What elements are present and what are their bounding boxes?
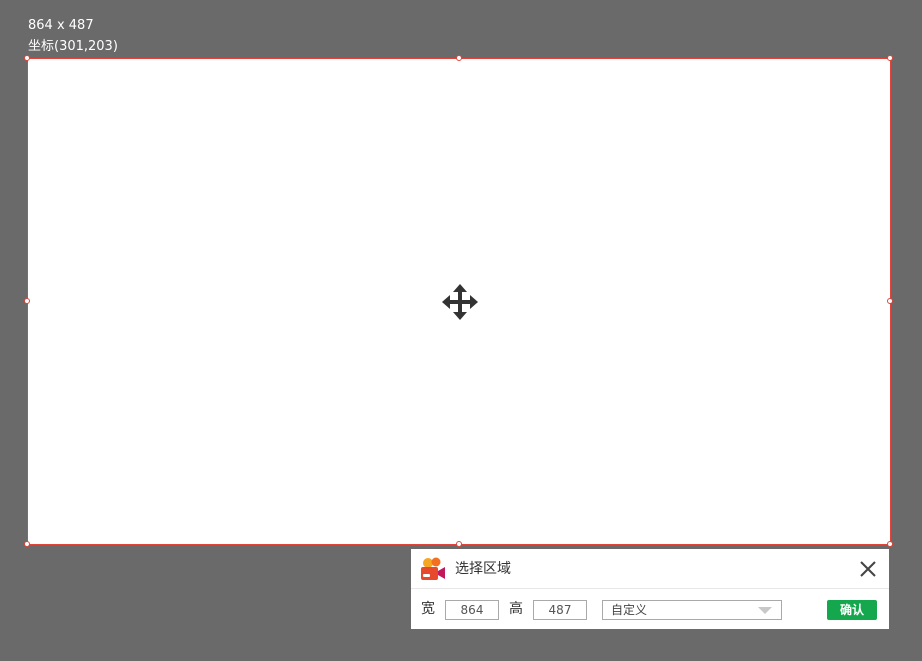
preset-selected-value: 自定义	[611, 603, 648, 617]
triangle-down-icon	[758, 607, 772, 614]
resize-handle-top-right[interactable]	[887, 55, 893, 61]
resize-handle-top-left[interactable]	[24, 55, 30, 61]
video-camera-icon	[421, 557, 445, 580]
panel-title: 选择区域	[455, 561, 511, 577]
selection-coordinate-readout: 坐标(301,203)	[28, 39, 118, 54]
region-select-panel: 选择区域 宽 高 自定义 确认	[411, 549, 889, 629]
resize-handle-right[interactable]	[887, 298, 893, 304]
resize-handle-bottom[interactable]	[456, 541, 462, 547]
confirm-button[interactable]: 确认	[827, 600, 877, 620]
preset-dropdown[interactable]: 自定义	[602, 600, 782, 620]
width-input[interactable]	[445, 600, 499, 620]
width-label: 宽	[421, 601, 435, 617]
resize-handle-left[interactable]	[24, 298, 30, 304]
resize-handle-bottom-right[interactable]	[887, 541, 893, 547]
height-label: 高	[509, 601, 523, 617]
size-controls-row: 宽 高 自定义 确认	[411, 589, 889, 629]
panel-header: 选择区域	[411, 549, 889, 589]
move-arrows-icon	[442, 284, 478, 320]
height-input[interactable]	[533, 600, 587, 620]
selection-size-readout: 864 x 487	[28, 18, 94, 33]
resize-handle-bottom-left[interactable]	[24, 541, 30, 547]
resize-handle-top[interactable]	[456, 55, 462, 61]
close-icon[interactable]	[858, 559, 878, 579]
